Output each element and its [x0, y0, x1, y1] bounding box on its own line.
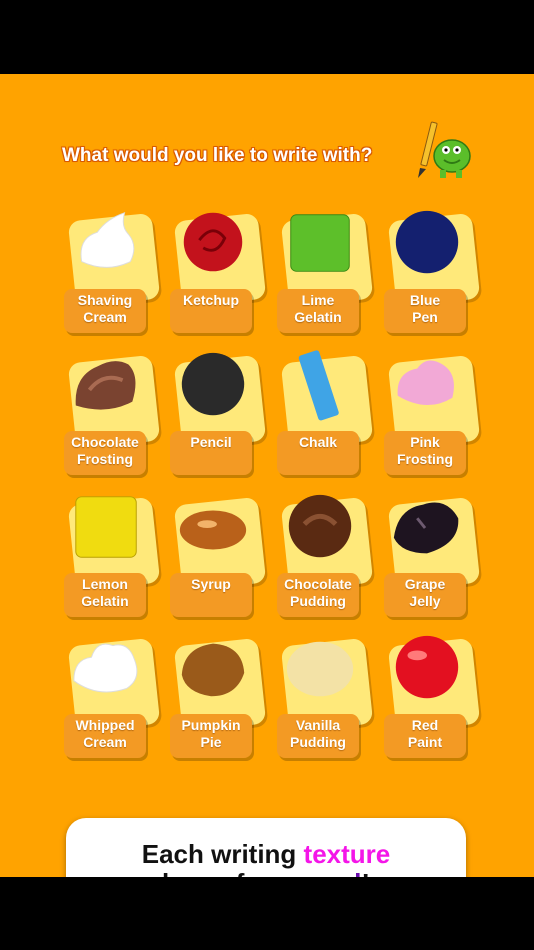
texture-label: Chocolate Frosting [64, 431, 146, 475]
texture-label: Lemon Gelatin [64, 573, 146, 617]
banner-highlight-texture: texture [303, 838, 391, 869]
texture-button-pink-frosting[interactable]: Pink Frosting [380, 347, 481, 477]
texture-button-ketchup[interactable]: Ketchup [166, 205, 267, 335]
shaving-cream-icon [80, 212, 135, 268]
texture-label: Shaving Cream [64, 289, 146, 333]
texture-button-syrup[interactable]: Syrup [166, 489, 267, 619]
pencil-icon [181, 352, 245, 416]
lemon-gelatin-icon [75, 496, 137, 558]
chocolate-pudding-icon [288, 494, 352, 558]
texture-button-shaving-cream[interactable]: Shaving Cream [60, 205, 161, 335]
texture-label: Pink Frosting [384, 431, 466, 475]
texture-label: Pencil [170, 431, 252, 475]
texture-button-pencil[interactable]: Pencil [166, 347, 267, 477]
texture-button-pumpkin-pie[interactable]: Pumpkin Pie [166, 630, 267, 760]
monster-mascot-icon [418, 121, 471, 178]
top-letterbox-bar [0, 0, 534, 74]
texture-label: Chalk [277, 431, 359, 475]
texture-label: Pumpkin Pie [170, 714, 252, 758]
texture-label: Chocolate Pudding [277, 573, 359, 617]
texture-button-lemon-gelatin[interactable]: Lemon Gelatin [60, 489, 161, 619]
chocolate-frosting-icon [75, 361, 136, 410]
texture-button-chocolate-pudding[interactable]: Chocolate Pudding [273, 489, 374, 619]
texture-label: Grape Jelly [384, 573, 466, 617]
texture-button-chocolate-frosting[interactable]: Chocolate Frosting [60, 347, 161, 477]
texture-button-vanilla-pudding[interactable]: Vanilla Pudding [273, 630, 374, 760]
texture-button-red-paint[interactable]: Red Paint [380, 630, 481, 760]
vanilla-pudding-icon [286, 641, 354, 697]
texture-label: Red Paint [384, 714, 466, 758]
blue-pen-icon [395, 210, 459, 274]
texture-label: Blue Pen [384, 289, 466, 333]
pink-frosting-icon [397, 360, 454, 406]
texture-label: Whipped Cream [64, 714, 146, 758]
banner-line-1: Each writing texture [66, 838, 466, 869]
pumpkin-pie-icon [181, 643, 245, 697]
lime-gelatin-icon [290, 214, 350, 272]
chalk-icon [298, 350, 339, 421]
syrup-icon [179, 510, 247, 550]
texture-button-whipped-cream[interactable]: Whipped Cream [60, 630, 161, 760]
texture-button-chalk[interactable]: Chalk [273, 347, 374, 477]
texture-label: Syrup [170, 573, 252, 617]
texture-label: Lime Gelatin [277, 289, 359, 333]
grape-jelly-icon [393, 502, 459, 554]
texture-button-lime-gelatin[interactable]: Lime Gelatin [273, 205, 374, 335]
whipped-cream-icon [73, 643, 138, 693]
ketchup-icon [183, 212, 243, 272]
texture-label: Ketchup [170, 289, 252, 333]
bottom-letterbox-bar [0, 877, 534, 950]
texture-button-blue-pen[interactable]: Blue Pen [380, 205, 481, 335]
pencil-prop-icon [418, 121, 438, 178]
red-paint-icon [395, 635, 459, 699]
page-title: What would you like to write with? [62, 145, 373, 166]
banner-text: Each writing [141, 838, 304, 869]
texture-button-grape-jelly[interactable]: Grape Jelly [380, 489, 481, 619]
texture-label: Vanilla Pudding [277, 714, 359, 758]
